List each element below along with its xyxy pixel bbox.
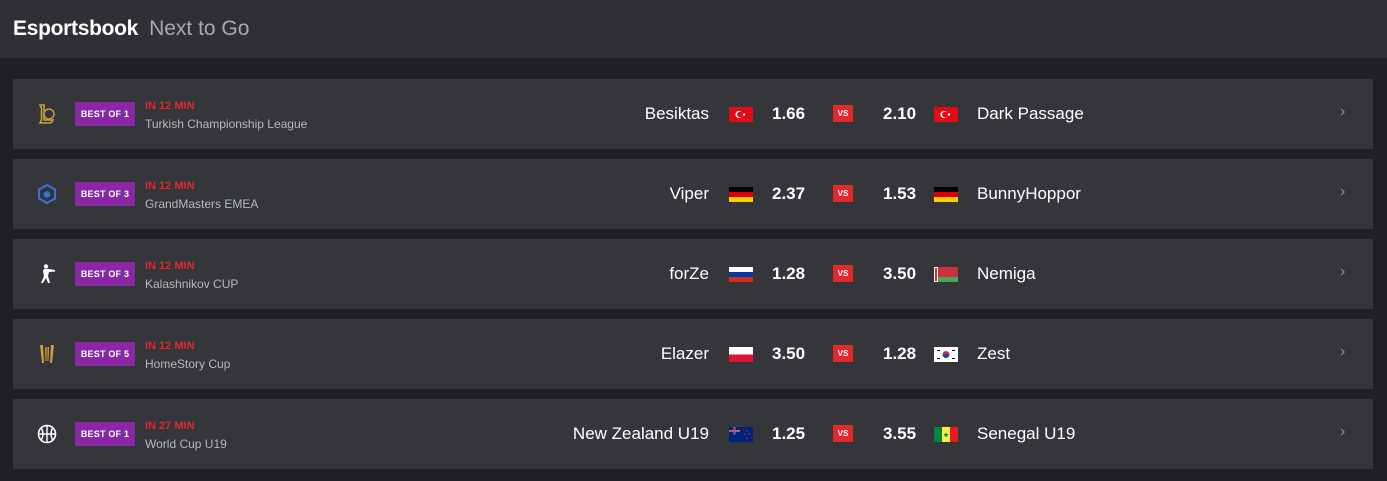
best-of-badge: BEST OF 1 (75, 422, 135, 446)
vs-badge: VS (833, 185, 853, 202)
page-subtitle: Next to Go (149, 17, 250, 40)
match-row[interactable]: BEST OF 1 IN 27 MIN World Cup U19 New Ze… (13, 399, 1373, 469)
league-name: Turkish Championship League (145, 117, 308, 131)
league-name: Kalashnikov CUP (145, 277, 239, 291)
league-name: GrandMasters EMEA (145, 197, 259, 211)
match-row[interactable]: BEST OF 1 IN 12 MIN Turkish Championship… (13, 79, 1373, 149)
germany-flag-icon (729, 187, 753, 202)
belarus-flag-icon (934, 267, 958, 282)
home-team: Elazer (660, 344, 709, 363)
league-name: HomeStory Cup (145, 357, 231, 371)
home-odds[interactable]: 3.50 (772, 344, 805, 364)
vs-badge: VS (833, 345, 853, 362)
best-of-badge: BEST OF 3 (75, 182, 135, 206)
away-team: BunnyHoppor (977, 184, 1081, 203)
best-of-badge: BEST OF 5 (75, 342, 135, 366)
start-time: IN 12 MIN (145, 100, 195, 112)
basketball-icon (35, 422, 59, 446)
home-team: Viper (669, 184, 709, 203)
turkey-flag-icon (934, 107, 958, 122)
chevron-right-icon[interactable]: › (1340, 263, 1345, 281)
home-odds[interactable]: 1.25 (772, 424, 805, 444)
best-of-badge: BEST OF 3 (75, 262, 135, 286)
league-of-legends-icon (35, 102, 59, 126)
senegal-flag-icon (934, 427, 958, 442)
start-time: IN 12 MIN (145, 340, 195, 352)
poland-flag-icon (729, 347, 753, 362)
germany-flag-icon (934, 187, 958, 202)
away-odds[interactable]: 1.28 (883, 344, 916, 364)
new-zealand-flag-icon (729, 427, 753, 442)
away-odds[interactable]: 3.50 (883, 264, 916, 284)
header-bar: Esportsbook Next to Go (0, 0, 1387, 58)
away-odds[interactable]: 2.10 (883, 104, 916, 124)
chevron-right-icon[interactable]: › (1340, 103, 1345, 121)
match-row[interactable]: BEST OF 3 IN 12 MIN Kalashnikov CUP forZ… (13, 239, 1373, 309)
start-time: IN 12 MIN (145, 260, 195, 272)
away-team: Zest (977, 344, 1011, 363)
brand-title[interactable]: Esportsbook (13, 17, 138, 41)
best-of-badge: BEST OF 1 (75, 102, 135, 126)
russia-flag-icon (729, 267, 753, 282)
home-team: New Zealand U19 (572, 424, 709, 443)
starcraft-icon (35, 342, 59, 366)
home-odds[interactable]: 1.66 (772, 104, 805, 124)
home-odds[interactable]: 2.37 (772, 184, 805, 204)
away-team: Senegal U19 (977, 424, 1076, 443)
south-korea-flag-icon (934, 347, 958, 362)
home-odds[interactable]: 1.28 (772, 264, 805, 284)
match-row[interactable]: BEST OF 3 IN 12 MIN GrandMasters EMEA Vi… (13, 159, 1373, 229)
home-team: Besiktas (644, 104, 709, 123)
away-odds[interactable]: 3.55 (883, 424, 916, 444)
turkey-flag-icon (729, 107, 753, 122)
vs-badge: VS (833, 265, 853, 282)
away-team: Dark Passage (977, 104, 1084, 123)
home-team: forZe (669, 264, 709, 283)
overwatch-icon (35, 182, 59, 206)
match-list: BEST OF 1 IN 12 MIN Turkish Championship… (13, 79, 1373, 479)
vs-badge: VS (833, 105, 853, 122)
start-time: IN 12 MIN (145, 180, 195, 192)
start-time: IN 27 MIN (145, 420, 195, 432)
chevron-right-icon[interactable]: › (1340, 423, 1345, 441)
chevron-right-icon[interactable]: › (1340, 343, 1345, 361)
league-name: World Cup U19 (145, 437, 227, 451)
counter-strike-icon (35, 262, 59, 286)
away-team: Nemiga (977, 264, 1036, 283)
away-odds[interactable]: 1.53 (883, 184, 916, 204)
match-row[interactable]: BEST OF 5 IN 12 MIN HomeStory Cup Elazer… (13, 319, 1373, 389)
vs-badge: VS (833, 425, 853, 442)
chevron-right-icon[interactable]: › (1340, 183, 1345, 201)
